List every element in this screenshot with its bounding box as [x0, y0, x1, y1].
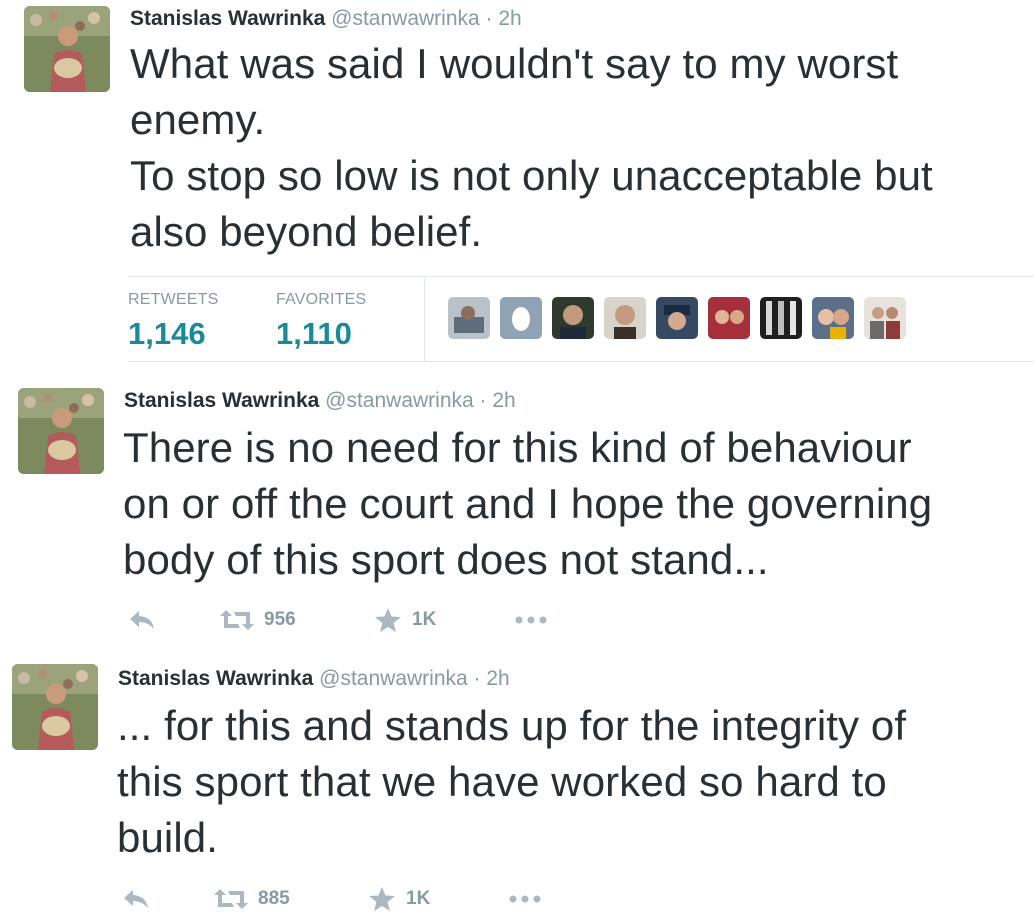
tweet-stats: RETWEETS 1,146 FAVORITES 1,110 — [128, 276, 1034, 362]
star-icon — [368, 886, 396, 912]
more-button[interactable] — [514, 605, 548, 635]
tweet-text: There is no need for this kind of behavi… — [123, 424, 933, 583]
reply-icon — [128, 608, 156, 632]
more-dots-icon — [514, 614, 548, 626]
tweet-header: Stanislas Wawrinka @stanwawrinka · 2h — [130, 6, 522, 32]
tweet-2: Stanislas Wawrinka @stanwawrinka · 2h Th… — [0, 370, 1034, 648]
retweets-label: RETWEETS — [128, 291, 219, 308]
retweet-icon — [220, 608, 254, 632]
retweet-icon — [214, 887, 248, 911]
separator: · — [473, 667, 481, 690]
favorite-button[interactable]: 1K — [368, 884, 430, 914]
favoriter-avatar[interactable] — [448, 297, 490, 339]
tweet-text: What was said I wouldn't say to my worst… — [130, 40, 933, 255]
separator: · — [479, 389, 487, 412]
profile-avatar[interactable] — [24, 6, 110, 92]
favorites-label: FAVORITES — [276, 291, 367, 308]
tweet-header: Stanislas Wawrinka @stanwawrinka · 2h — [124, 388, 516, 414]
favoriter-avatar[interactable] — [708, 297, 750, 339]
tweet-actions: 956 1K — [0, 605, 1034, 635]
timestamp[interactable]: 2h — [492, 389, 515, 412]
retweet-count: 956 — [264, 609, 296, 630]
timestamp[interactable]: 2h — [498, 7, 521, 30]
author-name[interactable]: Stanislas Wawrinka — [118, 667, 313, 690]
favoriter-avatar[interactable] — [656, 297, 698, 339]
author-handle[interactable]: @stanwawrinka — [325, 389, 474, 412]
separator: · — [485, 7, 493, 30]
profile-avatar[interactable] — [18, 388, 104, 474]
author-handle[interactable]: @stanwawrinka — [319, 667, 468, 690]
author-name[interactable]: Stanislas Wawrinka — [130, 7, 325, 30]
favorites-count: 1,110 — [276, 316, 352, 351]
reply-button[interactable] — [122, 884, 150, 914]
star-icon — [374, 607, 402, 633]
favorite-count: 1K — [412, 609, 437, 630]
tweet-actions: 885 1K — [0, 884, 1034, 914]
tweet-3: Stanislas Wawrinka @stanwawrinka · 2h ..… — [0, 648, 1034, 920]
tweet-1: Stanislas Wawrinka @stanwawrinka · 2h Wh… — [0, 0, 1034, 370]
retweets-count: 1,146 — [128, 316, 206, 351]
favoriter-avatar[interactable] — [812, 297, 854, 339]
reply-icon — [122, 887, 150, 911]
tweet-text: ... for this and stands up for the integ… — [117, 702, 907, 861]
stats-divider — [424, 277, 425, 361]
favoriter-avatar[interactable] — [760, 297, 802, 339]
favoriter-avatar-egg[interactable] — [500, 297, 542, 339]
retweet-count: 885 — [258, 888, 290, 909]
author-name[interactable]: Stanislas Wawrinka — [124, 389, 319, 412]
reply-button[interactable] — [128, 605, 156, 635]
favorite-count: 1K — [406, 888, 431, 909]
profile-avatar[interactable] — [12, 664, 98, 750]
tweet-header: Stanislas Wawrinka @stanwawrinka · 2h — [118, 666, 510, 692]
more-dots-icon — [508, 893, 542, 905]
timestamp[interactable]: 2h — [486, 667, 509, 690]
retweet-button[interactable]: 885 — [214, 884, 290, 914]
retweets-stat[interactable]: RETWEETS 1,146 — [128, 289, 219, 353]
retweet-button[interactable]: 956 — [220, 605, 296, 635]
favoriter-avatar[interactable] — [864, 297, 906, 339]
favorites-stat[interactable]: FAVORITES 1,110 — [276, 289, 366, 353]
favoriter-avatar[interactable] — [604, 297, 646, 339]
favoriter-avatar[interactable] — [552, 297, 594, 339]
favorite-button[interactable]: 1K — [374, 605, 436, 635]
more-button[interactable] — [508, 884, 542, 914]
author-handle[interactable]: @stanwawrinka — [331, 7, 480, 30]
